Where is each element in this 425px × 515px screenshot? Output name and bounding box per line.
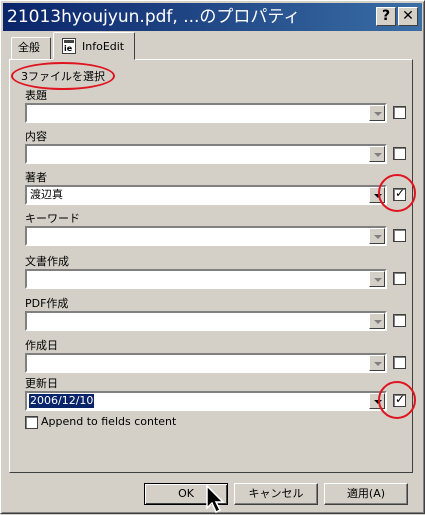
- author-checkbox[interactable]: [393, 186, 406, 201]
- title-combo[interactable]: [25, 103, 387, 123]
- cancel-button-label: キャンセル: [248, 487, 304, 500]
- append-label: Append to fields content: [41, 415, 177, 428]
- ie-icon: ie: [62, 38, 76, 54]
- field-created-label: 作成日: [25, 339, 58, 352]
- tab-infoedit-label: InfoEdit: [82, 40, 125, 53]
- append-checkbox[interactable]: [25, 416, 38, 429]
- field-producer-label: PDF作成: [25, 297, 69, 310]
- author-combo-value: 渡辺真: [30, 188, 63, 201]
- producer-combo[interactable]: [25, 311, 387, 331]
- field-keywords-label: キーワード: [25, 212, 80, 225]
- close-button[interactable]: ✕: [398, 7, 418, 26]
- subject-combo[interactable]: [25, 144, 387, 164]
- chevron-down-icon[interactable]: [369, 228, 385, 244]
- field-creator-label: 文書作成: [25, 255, 69, 268]
- cancel-button[interactable]: キャンセル: [234, 483, 318, 505]
- title-checkbox[interactable]: [393, 106, 406, 119]
- mouse-cursor-icon: [206, 485, 225, 514]
- tab-general[interactable]: 全般: [11, 37, 51, 61]
- creator-checkbox[interactable]: [393, 272, 406, 285]
- chevron-down-icon[interactable]: [369, 355, 385, 371]
- chevron-down-icon[interactable]: [369, 393, 385, 409]
- close-icon: ✕: [402, 8, 414, 24]
- field-author-label: 著者: [25, 171, 47, 184]
- chevron-down-icon[interactable]: [369, 146, 385, 162]
- apply-button-label: 適用(A): [346, 487, 386, 500]
- keywords-checkbox[interactable]: [393, 229, 406, 242]
- keywords-combo[interactable]: [25, 226, 387, 246]
- modified-date-combo[interactable]: 2006/12/10: [25, 391, 387, 411]
- apply-button[interactable]: 適用(A): [324, 483, 408, 505]
- created-date-combo[interactable]: [25, 353, 387, 373]
- chevron-down-icon[interactable]: [369, 187, 385, 203]
- modified-date-checkbox[interactable]: [393, 392, 406, 407]
- properties-dialog: 21013hyoujyun.pdf, ...のプロパティ ? ✕ 全般 ie I…: [0, 0, 425, 514]
- ok-button-label: OK: [178, 487, 194, 500]
- producer-checkbox[interactable]: [393, 314, 406, 327]
- field-modified-label: 更新日: [25, 377, 58, 390]
- modified-date-value: 2006/12/10: [29, 394, 95, 408]
- help-icon: ?: [381, 8, 391, 24]
- title-bar[interactable]: 21013hyoujyun.pdf, ...のプロパティ ? ✕: [3, 3, 422, 31]
- field-subject-label: 内容: [25, 130, 47, 143]
- help-button[interactable]: ?: [376, 7, 396, 26]
- chevron-down-icon[interactable]: [369, 105, 385, 121]
- chevron-down-icon[interactable]: [369, 271, 385, 287]
- author-combo[interactable]: 渡辺真: [25, 185, 387, 205]
- tab-infoedit[interactable]: ie InfoEdit: [53, 32, 135, 60]
- tab-general-label: 全般: [18, 41, 40, 54]
- chevron-down-icon[interactable]: [369, 313, 385, 329]
- created-date-checkbox[interactable]: [393, 356, 406, 369]
- subject-checkbox[interactable]: [393, 147, 406, 160]
- selection-count-label: 3ファイルを選択: [21, 70, 105, 83]
- window-title: 21013hyoujyun.pdf, ...のプロパティ: [7, 7, 301, 27]
- field-title-label: 表題: [25, 89, 47, 102]
- creator-combo[interactable]: [25, 269, 387, 289]
- svg-text:ie: ie: [64, 44, 73, 53]
